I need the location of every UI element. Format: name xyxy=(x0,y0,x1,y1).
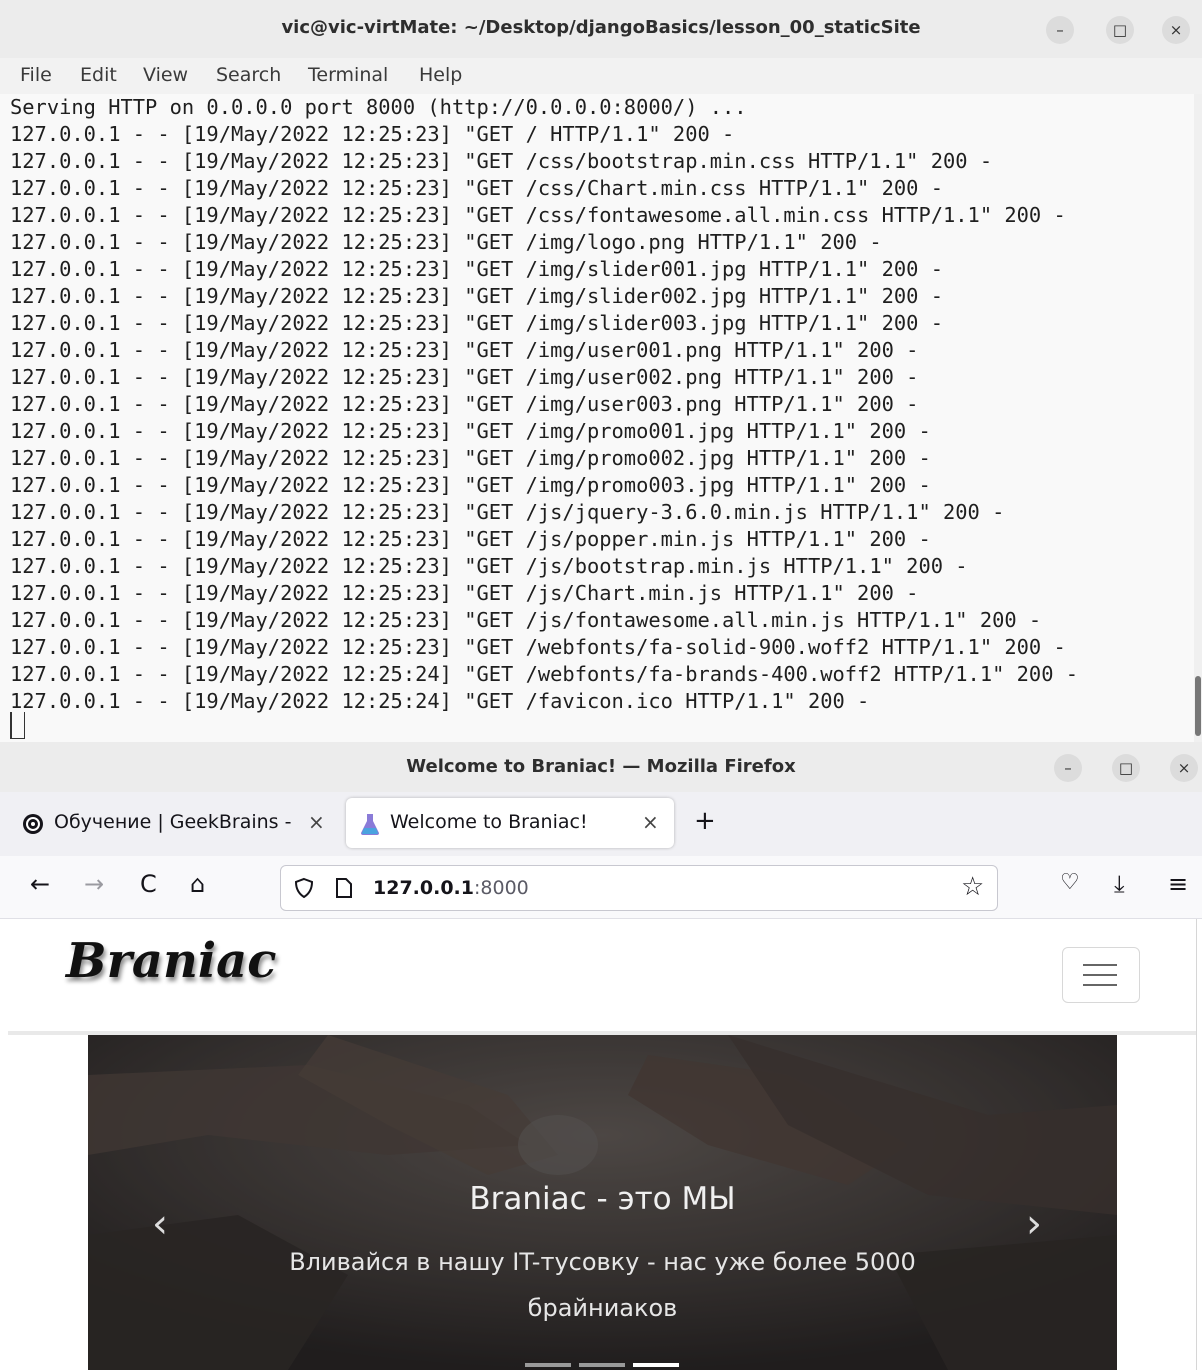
toggler-bar xyxy=(1083,964,1117,966)
page-icon[interactable] xyxy=(335,877,353,899)
geekbrains-favicon-icon xyxy=(23,814,43,834)
carousel-caption-text: Вливайся в нашу IT-тусовку - нас уже бол… xyxy=(289,1248,916,1322)
terminal-menubar: File Edit View Search Terminal Help xyxy=(0,58,1202,94)
terminal-line: 127.0.0.1 - - [19/May/2022 12:25:23] "GE… xyxy=(10,473,931,497)
braniac-logo[interactable]: Braniac xyxy=(66,933,276,989)
terminal-title: vic@vic-virtMate: ~/Desktop/djangoBasics… xyxy=(281,17,921,38)
firefox-title: Welcome to Braniac! — Mozilla Firefox xyxy=(406,756,796,777)
carousel-caption-title: Braniac - это МЫ xyxy=(469,1181,736,1217)
flask-icon xyxy=(361,814,379,835)
terminal-line: 127.0.0.1 - - [19/May/2022 12:25:23] "GE… xyxy=(10,635,1066,659)
url-text[interactable]: 127.0.0.1:8000 xyxy=(373,877,529,899)
terminal-line: 127.0.0.1 - - [19/May/2022 12:25:23] "GE… xyxy=(10,608,1042,632)
menu-terminal[interactable]: Terminal xyxy=(308,64,388,86)
terminal-line: 127.0.0.1 - - [19/May/2022 12:25:23] "GE… xyxy=(10,365,919,389)
tab-close-icon[interactable]: × xyxy=(308,810,325,834)
url-host: 127.0.0.1 xyxy=(373,877,474,899)
maximize-icon[interactable]: □ xyxy=(1106,16,1134,44)
hero-carousel: Braniac - это МЫ Вливайся в нашу IT-тусо… xyxy=(88,1035,1117,1370)
toggler-bar xyxy=(1083,974,1117,976)
tab-close-icon[interactable]: × xyxy=(642,810,659,834)
back-icon[interactable]: ← xyxy=(30,870,50,898)
navbar-toggler-button[interactable] xyxy=(1062,947,1140,1003)
terminal-output[interactable]: Serving HTTP on 0.0.0.0 port 8000 (http:… xyxy=(0,94,1194,742)
terminal-line: 127.0.0.1 - - [19/May/2022 12:25:23] "GE… xyxy=(10,338,919,362)
menu-view[interactable]: View xyxy=(143,64,188,86)
minimize-icon[interactable]: – xyxy=(1054,754,1082,782)
terminal-line: 127.0.0.1 - - [19/May/2022 12:25:23] "GE… xyxy=(10,203,1066,227)
terminal-line: 127.0.0.1 - - [19/May/2022 12:25:23] "GE… xyxy=(10,176,943,200)
firefox-window: Welcome to Braniac! — Mozilla Firefox – … xyxy=(0,742,1202,1370)
terminal-line: 127.0.0.1 - - [19/May/2022 12:25:23] "GE… xyxy=(10,392,919,416)
forward-icon[interactable]: → xyxy=(84,870,104,898)
close-icon[interactable]: × xyxy=(1162,16,1190,44)
pocket-icon[interactable]: ♡ xyxy=(1060,870,1080,895)
terminal-line: 127.0.0.1 - - [19/May/2022 12:25:23] "GE… xyxy=(10,500,1005,524)
carousel-indicator[interactable] xyxy=(525,1363,571,1367)
menu-help[interactable]: Help xyxy=(419,64,462,86)
minimize-icon[interactable]: – xyxy=(1046,16,1074,44)
site-navbar: Braniac xyxy=(8,919,1196,1035)
terminal-scrollbar[interactable] xyxy=(1194,94,1202,742)
hamburger-menu-icon[interactable]: ≡ xyxy=(1168,870,1188,898)
tab-bar: Обучение | GeekBrains - × Welcome to Bra… xyxy=(0,792,1202,856)
terminal-line: 127.0.0.1 - - [19/May/2022 12:25:24] "GE… xyxy=(10,662,1079,686)
close-icon[interactable]: × xyxy=(1170,754,1198,782)
carousel-indicator[interactable] xyxy=(633,1363,679,1367)
terminal-scroll-thumb[interactable] xyxy=(1195,676,1201,736)
toggler-bar xyxy=(1083,984,1117,986)
terminal-line: 127.0.0.1 - - [19/May/2022 12:25:23] "GE… xyxy=(10,230,882,254)
tab-label: Welcome to Braniac! xyxy=(390,811,588,833)
terminal-line: 127.0.0.1 - - [19/May/2022 12:25:23] "GE… xyxy=(10,149,993,173)
terminal-line: 127.0.0.1 - - [19/May/2022 12:25:23] "GE… xyxy=(10,122,735,146)
menu-file[interactable]: File xyxy=(20,64,52,86)
menu-search[interactable]: Search xyxy=(216,64,281,86)
tab-geekbrains[interactable]: Обучение | GeekBrains - × xyxy=(10,798,336,848)
bookmark-star-icon[interactable]: ☆ xyxy=(961,872,984,902)
terminal-line: 127.0.0.1 - - [19/May/2022 12:25:23] "GE… xyxy=(10,311,943,335)
terminal-line: 127.0.0.1 - - [19/May/2022 12:25:23] "GE… xyxy=(10,419,931,443)
terminal-line: 127.0.0.1 - - [19/May/2022 12:25:23] "GE… xyxy=(10,554,968,578)
terminal-titlebar[interactable]: vic@vic-virtMate: ~/Desktop/djangoBasics… xyxy=(0,0,1202,59)
terminal-window: vic@vic-virtMate: ~/Desktop/djangoBasics… xyxy=(0,0,1202,742)
terminal-line: 127.0.0.1 - - [19/May/2022 12:25:24] "GE… xyxy=(10,689,870,713)
shield-icon[interactable] xyxy=(293,877,315,899)
terminal-line: 127.0.0.1 - - [19/May/2022 12:25:23] "GE… xyxy=(10,581,919,605)
firefox-titlebar[interactable]: Welcome to Braniac! — Mozilla Firefox – … xyxy=(0,742,1202,792)
maximize-icon[interactable]: □ xyxy=(1112,754,1140,782)
terminal-line: Serving HTTP on 0.0.0.0 port 8000 (http:… xyxy=(10,95,747,119)
url-port: :8000 xyxy=(473,877,529,899)
terminal-cursor xyxy=(10,712,25,739)
tab-braniac[interactable]: Welcome to Braniac! × xyxy=(346,798,674,848)
terminal-line: 127.0.0.1 - - [19/May/2022 12:25:23] "GE… xyxy=(10,527,931,551)
terminal-line: 127.0.0.1 - - [19/May/2022 12:25:23] "GE… xyxy=(10,446,931,470)
tab-label: Обучение | GeekBrains - xyxy=(54,811,292,833)
reload-icon[interactable]: C xyxy=(140,870,157,898)
navigation-toolbar: ← → C ⌂ 127.0.0.1:8000 ☆ ♡ ⤓ ≡ xyxy=(0,856,1202,919)
carousel-indicator[interactable] xyxy=(579,1363,625,1367)
url-bar[interactable]: 127.0.0.1:8000 ☆ xyxy=(280,865,998,911)
home-icon[interactable]: ⌂ xyxy=(190,870,205,898)
carousel-prev-icon[interactable]: ‹ xyxy=(152,1201,168,1247)
new-tab-button[interactable]: + xyxy=(694,806,716,836)
terminal-line: 127.0.0.1 - - [19/May/2022 12:25:23] "GE… xyxy=(10,257,943,281)
web-page: Braniac Braniac - это МЫ Вливайся в нашу… xyxy=(8,919,1197,1370)
carousel-next-icon[interactable]: › xyxy=(1026,1201,1042,1247)
terminal-line: 127.0.0.1 - - [19/May/2022 12:25:23] "GE… xyxy=(10,284,943,308)
download-icon[interactable]: ⤓ xyxy=(1114,870,1125,898)
menu-edit[interactable]: Edit xyxy=(80,64,117,86)
